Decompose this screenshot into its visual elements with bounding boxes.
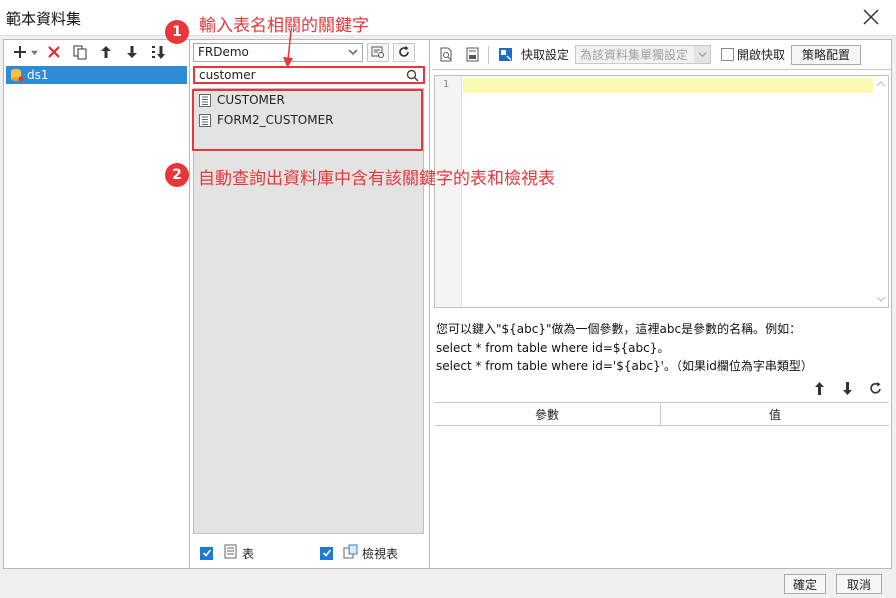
show-tables-label: 表 xyxy=(242,546,255,561)
quick-fetch-label: 快取設定 xyxy=(521,48,570,62)
param-value-column: 值 xyxy=(768,407,781,422)
table-item-form2-customer[interactable]: FORM2_CUSTOMER xyxy=(199,111,334,129)
arrow-down-icon xyxy=(842,381,852,395)
table-icon xyxy=(199,93,211,107)
cancel-button[interactable]: 取消 xyxy=(836,574,882,594)
connection-edit-button[interactable] xyxy=(367,42,389,62)
param-hint-line: 您可以鍵入"${abc}"做為一個參數，這裡abc是參數的名稱。例如： xyxy=(436,322,802,336)
connection-select[interactable]: FRDemo xyxy=(193,42,363,62)
line-number: 1 xyxy=(443,79,450,90)
dataset-panel: ds1 xyxy=(4,40,190,568)
scroll-up-icon xyxy=(876,81,886,87)
sql-toolbar: 快取設定 為該資料集單獨設定 開啟快取 策略配置 xyxy=(432,40,891,70)
param-table-header: 參數 值 xyxy=(434,402,889,426)
dialog-body: ds1 FRDemo customer CUSTOMER FORM2_CUSTO… xyxy=(3,39,892,569)
sql-panel: 快取設定 為該資料集單獨設定 開啟快取 策略配置 1 您可以鍵入"${abc}"… xyxy=(432,40,891,568)
check-icon xyxy=(202,549,211,557)
preview-icon xyxy=(440,47,451,62)
ok-button[interactable]: 確定 xyxy=(784,574,826,594)
sql-icon xyxy=(466,47,478,62)
table-list: CUSTOMER FORM2_CUSTOMER xyxy=(192,88,424,534)
chevron-down-icon xyxy=(694,46,711,63)
add-dataset-button[interactable] xyxy=(10,42,30,62)
show-views-option: 檢視表 xyxy=(320,544,398,562)
arrow-down-icon xyxy=(127,46,137,58)
table-item-label: CUSTOMER xyxy=(217,93,285,107)
show-tables-option: 表 xyxy=(200,544,254,562)
scroll-down-icon xyxy=(876,296,886,302)
current-line-highlight xyxy=(463,78,873,93)
param-move-up-button[interactable] xyxy=(809,378,829,398)
search-icon xyxy=(406,69,419,82)
table-filter-footer: 表 檢視表 xyxy=(200,544,422,562)
param-name-column: 參數 xyxy=(434,403,661,425)
sql-query-button[interactable] xyxy=(462,45,482,65)
table-search-value: customer xyxy=(199,68,256,82)
table-search-input[interactable]: customer xyxy=(193,66,425,84)
line-gutter: 1 xyxy=(435,76,462,307)
param-refresh-button[interactable] xyxy=(865,378,885,398)
sort-button[interactable] xyxy=(148,42,168,62)
preview-button[interactable] xyxy=(436,45,456,65)
arrow-up-icon xyxy=(814,381,824,395)
annotation-arrow-icon xyxy=(283,30,293,68)
step2-badge: 2 xyxy=(165,163,189,187)
param-hint-line: select * from table where id=${abc}。 xyxy=(436,341,670,355)
title-bar: 範本資料集 xyxy=(0,0,896,36)
refresh-icon xyxy=(399,46,409,57)
quick-fetch-icon xyxy=(495,45,515,65)
chevron-down-icon xyxy=(348,47,358,57)
database-icon xyxy=(11,69,24,82)
view-icon xyxy=(343,544,358,562)
dataset-item-label: ds1 xyxy=(27,68,49,82)
param-move-down-button[interactable] xyxy=(837,378,857,398)
param-toolbar xyxy=(809,378,885,398)
connection-settings-icon xyxy=(371,46,384,58)
arrow-up-icon xyxy=(101,46,111,58)
refresh-icon xyxy=(869,381,881,394)
table-item-customer[interactable]: CUSTOMER xyxy=(199,91,285,109)
move-up-button[interactable] xyxy=(96,42,116,62)
window-title: 範本資料集 xyxy=(6,10,82,28)
plus-icon xyxy=(14,46,26,58)
connection-select-value: FRDemo xyxy=(198,45,249,59)
step1-badge: 1 xyxy=(165,20,189,44)
show-tables-checkbox[interactable] xyxy=(200,546,213,560)
delete-button[interactable] xyxy=(44,42,64,62)
dataset-toolbar xyxy=(4,40,189,64)
toolbar-separator xyxy=(488,45,489,64)
show-views-checkbox[interactable] xyxy=(320,546,334,560)
connection-row: FRDemo xyxy=(193,42,415,62)
sql-editor[interactable]: 1 xyxy=(434,75,889,308)
step2-annotation: 自動查詢出資料庫中含有該關鍵字的表和檢視表 xyxy=(198,169,555,189)
cache-mode-value: 為該資料集單獨設定 xyxy=(580,48,689,62)
check-icon xyxy=(322,549,331,557)
dataset-item[interactable]: ds1 xyxy=(6,66,187,84)
copy-icon xyxy=(73,45,87,60)
table-item-label: FORM2_CUSTOMER xyxy=(217,113,334,127)
show-views-label: 檢視表 xyxy=(362,546,399,561)
delete-x-icon xyxy=(48,46,60,58)
editor-scrollbar[interactable] xyxy=(874,76,888,307)
move-down-button[interactable] xyxy=(122,42,142,62)
enable-cache-checkbox[interactable] xyxy=(721,48,735,61)
enable-cache-label: 開啟快取 xyxy=(737,48,786,62)
strategy-config-button[interactable]: 策略配置 xyxy=(791,44,862,65)
dropdown-arrow-icon[interactable] xyxy=(30,42,38,62)
copy-button[interactable] xyxy=(70,42,90,62)
refresh-button[interactable] xyxy=(393,42,415,62)
sort-down-icon xyxy=(152,46,165,59)
param-hint-line: select * from table where id='${abc}'。（如… xyxy=(436,359,813,373)
close-icon[interactable] xyxy=(860,6,882,28)
cache-mode-select[interactable]: 為該資料集單獨設定 xyxy=(575,45,712,64)
table-icon xyxy=(223,544,238,562)
table-browser-panel: FRDemo customer CUSTOMER FORM2_CUSTOMER xyxy=(192,40,430,568)
table-icon xyxy=(199,113,211,127)
